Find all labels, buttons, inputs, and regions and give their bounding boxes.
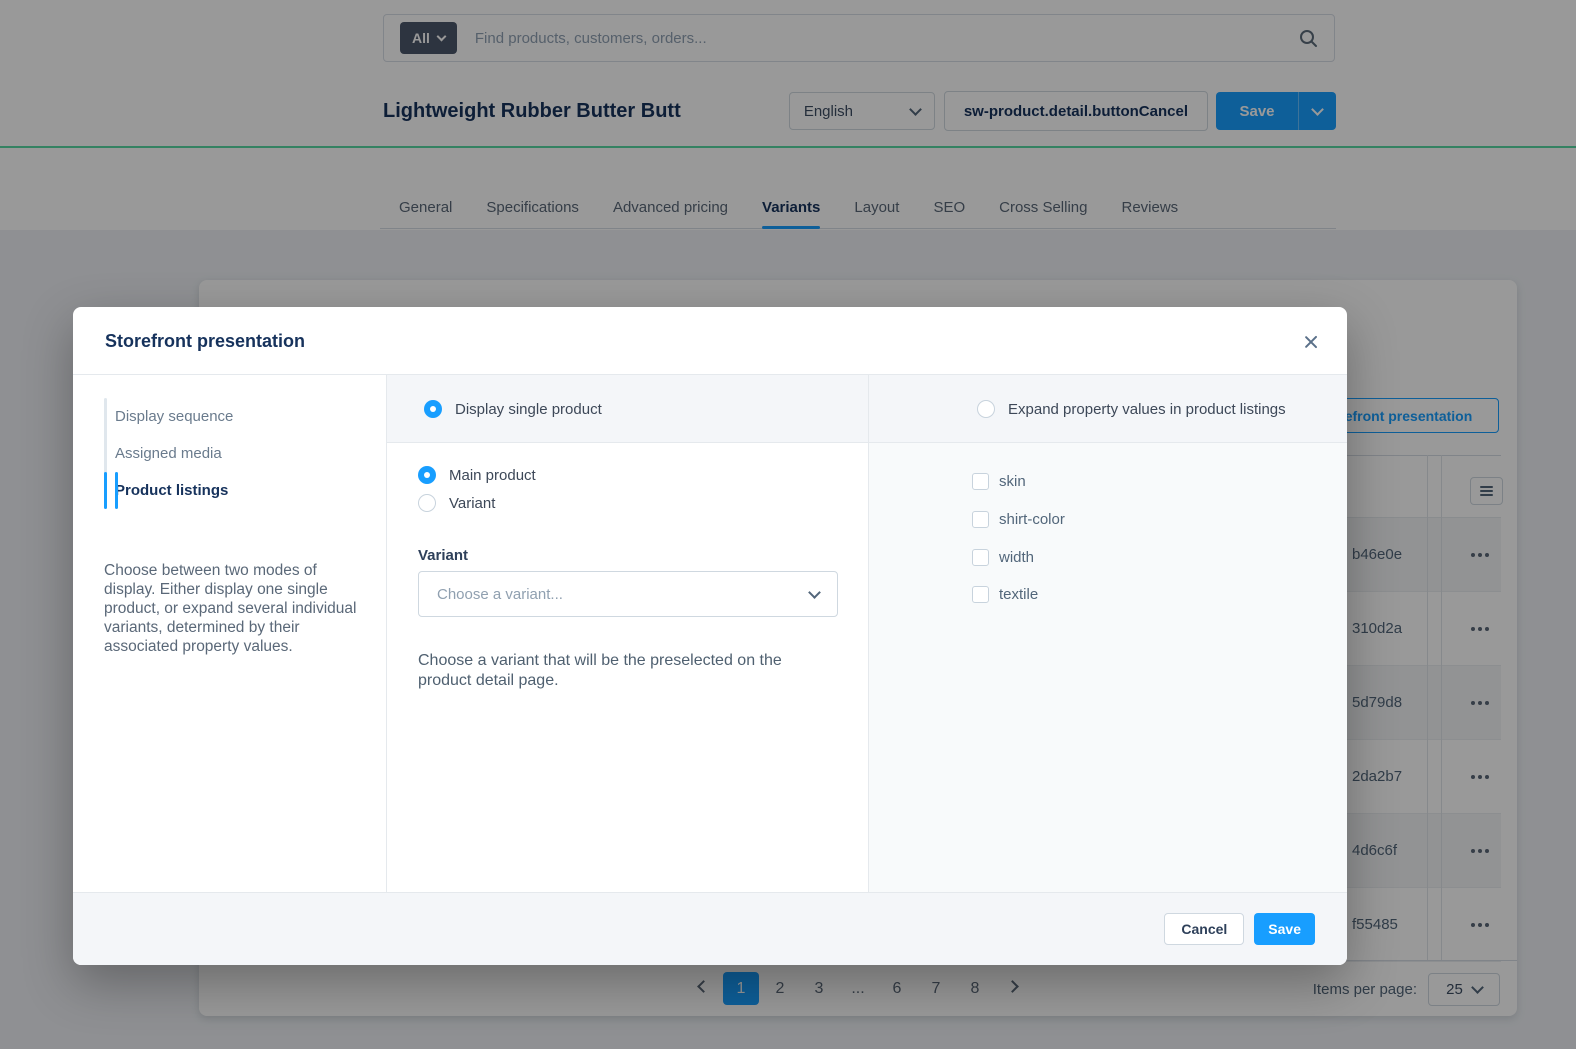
- property-checkbox-textile[interactable]: [972, 586, 989, 603]
- property-label: shirt-color: [999, 511, 1065, 528]
- main-product-radio[interactable]: [418, 466, 436, 484]
- expand-properties-column: Expand property values in product listin…: [869, 375, 1347, 892]
- modal-header: Storefront presentation: [73, 307, 1347, 375]
- display-single-product-radio[interactable]: [424, 400, 442, 418]
- display-single-product-label: Display single product: [455, 401, 602, 418]
- modal-title: Storefront presentation: [105, 307, 305, 375]
- app-window: All Lightweight Rubber Butter Butt Engli…: [0, 0, 1576, 1049]
- chevron-down-icon: [808, 586, 821, 599]
- property-row: skin: [972, 473, 1026, 490]
- modal-body: Display sequence Assigned media Product …: [73, 375, 1347, 892]
- expand-properties-radio[interactable]: [977, 400, 995, 418]
- option-row: Main product: [418, 466, 536, 484]
- option-row: Variant: [418, 494, 495, 512]
- modal-footer: Cancel Save: [73, 892, 1347, 965]
- variant-radio-label: Variant: [449, 495, 495, 512]
- property-row: width: [972, 549, 1034, 566]
- modal-save-button[interactable]: Save: [1254, 913, 1315, 945]
- expand-properties-label: Expand property values in product listin…: [1008, 401, 1286, 418]
- option-row: Expand property values in product listin…: [977, 400, 1286, 418]
- property-label: width: [999, 549, 1034, 566]
- close-icon: [1303, 334, 1319, 350]
- variant-select-placeholder: Choose a variant...: [437, 586, 563, 603]
- nav-item-product-listings[interactable]: Product listings: [104, 472, 354, 509]
- property-checkbox-skin[interactable]: [972, 473, 989, 490]
- modal-sidebar: Display sequence Assigned media Product …: [73, 375, 387, 892]
- property-row: textile: [972, 586, 1038, 603]
- storefront-presentation-modal: Storefront presentation Display sequence…: [73, 307, 1347, 965]
- single-product-option-band: Display single product: [387, 375, 868, 443]
- variant-hint-text: Choose a variant that will be the presel…: [418, 651, 818, 690]
- property-label: textile: [999, 586, 1038, 603]
- close-button[interactable]: [1297, 331, 1319, 353]
- main-product-label: Main product: [449, 467, 536, 484]
- single-product-column: Display single product Main product Vari…: [387, 375, 869, 892]
- nav-item-assigned-media[interactable]: Assigned media: [104, 435, 354, 472]
- expand-properties-option-band: Expand property values in product listin…: [869, 375, 1347, 443]
- property-checkbox-shirt-color[interactable]: [972, 511, 989, 528]
- property-checkbox-width[interactable]: [972, 549, 989, 566]
- property-row: shirt-color: [972, 511, 1065, 528]
- property-label: skin: [999, 473, 1026, 490]
- variant-radio[interactable]: [418, 494, 436, 512]
- option-row: Display single product: [424, 400, 602, 418]
- variant-select[interactable]: Choose a variant...: [418, 571, 838, 617]
- variant-field-label: Variant: [418, 547, 468, 564]
- modal-nav: Display sequence Assigned media Product …: [104, 398, 354, 509]
- nav-item-display-sequence[interactable]: Display sequence: [104, 398, 354, 435]
- modal-cancel-button[interactable]: Cancel: [1164, 913, 1244, 945]
- mode-description: Choose between two modes of display. Eit…: [104, 561, 366, 656]
